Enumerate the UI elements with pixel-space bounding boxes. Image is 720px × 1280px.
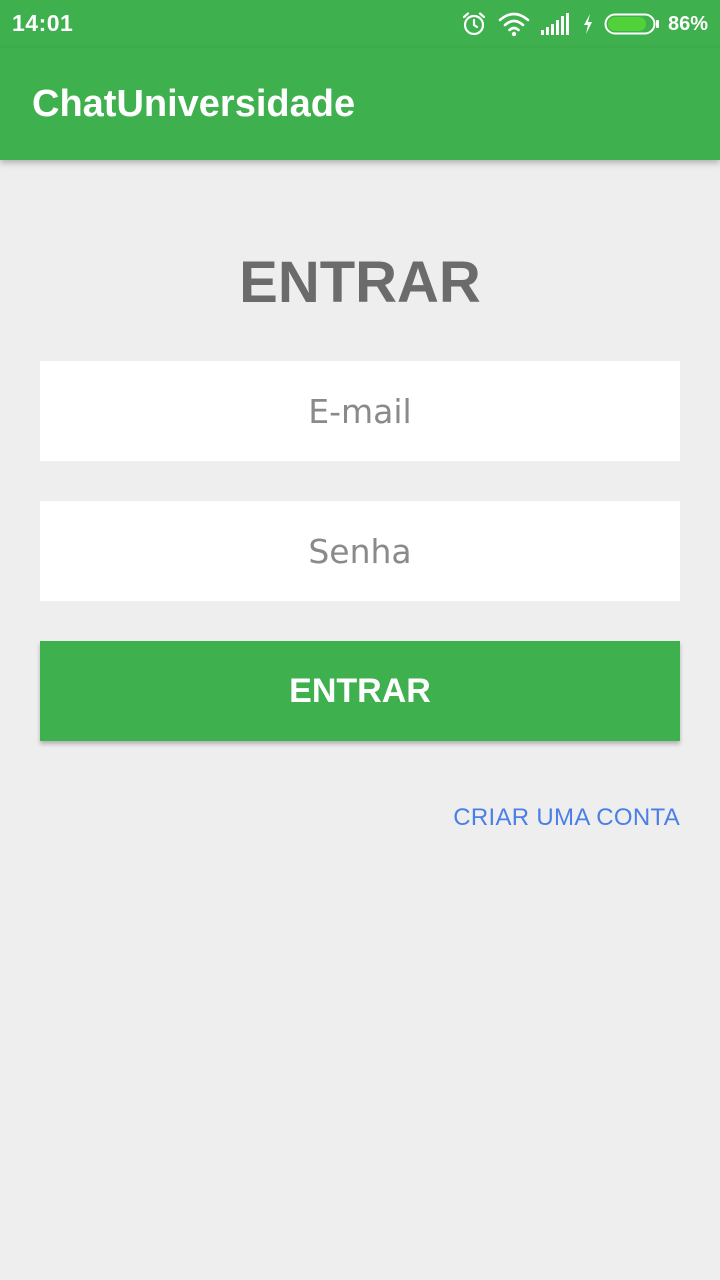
login-button[interactable]: ENTRAR <box>40 641 680 741</box>
email-field[interactable] <box>40 361 680 461</box>
status-bar: 14:01 86% <box>0 0 720 48</box>
status-time: 14:01 <box>12 10 74 36</box>
app-title: ChatUniversidade <box>32 83 356 125</box>
app-bar: ChatUniversidade <box>0 48 720 160</box>
status-icons: 86% <box>450 8 708 40</box>
create-account-link[interactable]: CRIAR UMA CONTA <box>453 804 680 832</box>
wifi-icon <box>498 11 530 37</box>
battery-percent: 86% <box>667 12 708 35</box>
login-heading: ENTRAR <box>239 250 481 315</box>
battery-icon <box>604 12 660 36</box>
charging-icon <box>582 13 594 35</box>
password-field[interactable] <box>40 501 680 601</box>
signal-icon <box>540 12 572 36</box>
alarm-icon <box>460 10 488 38</box>
login-form: ENTRAR ENTRAR CRIAR UMA CONTA <box>0 160 720 1280</box>
